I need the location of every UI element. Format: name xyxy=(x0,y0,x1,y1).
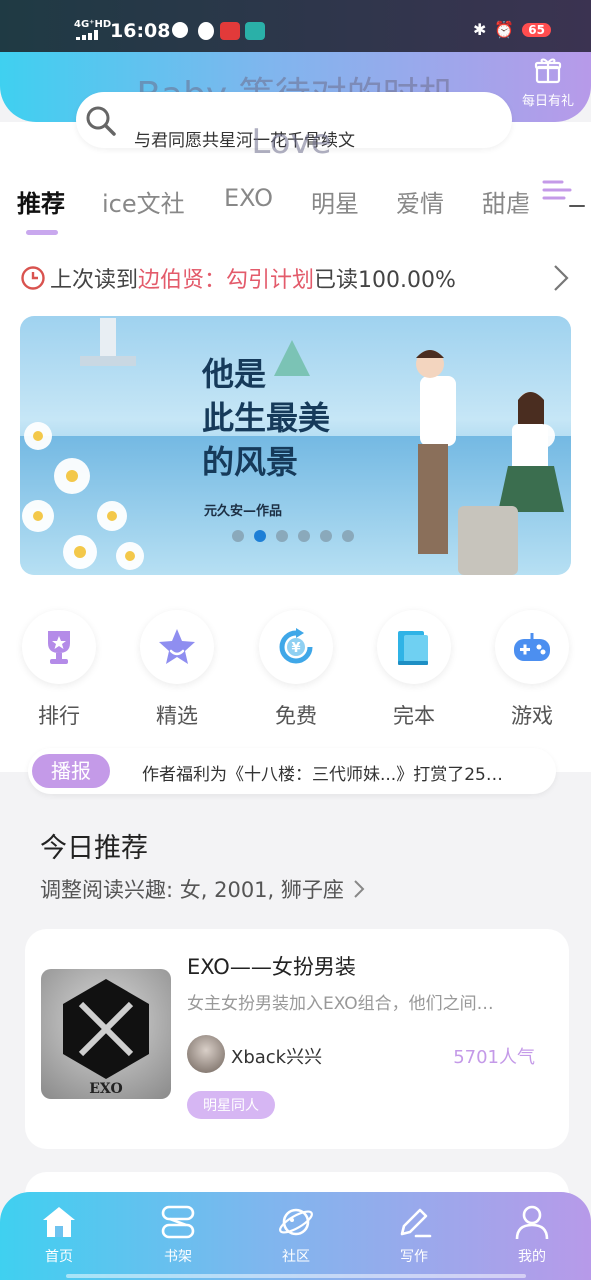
planet-icon xyxy=(279,1208,313,1236)
banner-dot[interactable] xyxy=(276,530,288,542)
bluetooth-icon: ✱ xyxy=(472,20,487,39)
reading-interest-text: 调整阅读兴趣: 女, 2001, 狮子座 xyxy=(40,878,344,902)
home-icon xyxy=(43,1207,75,1237)
book-popularity: 5701人气 xyxy=(453,1047,535,1068)
tab-ice-wenshe[interactable]: ice文社 xyxy=(102,184,185,219)
book-genre-tag[interactable]: 明星同人 xyxy=(187,1091,275,1119)
tab-recommend[interactable]: 推荐 xyxy=(17,184,65,219)
book-author: Xback兴兴 xyxy=(231,1047,323,1068)
banner-dot[interactable] xyxy=(342,530,354,542)
star-icon xyxy=(159,629,195,664)
yuan-coin-icon: ¥ xyxy=(279,628,313,664)
pen-icon xyxy=(400,1208,432,1238)
gift-icon xyxy=(534,58,562,84)
category-completed[interactable]: 完本 xyxy=(376,610,452,730)
last-read-prefix: 上次读到 xyxy=(50,268,139,293)
tab-romance[interactable]: 爱情 xyxy=(396,184,444,219)
gamepad-icon xyxy=(514,633,550,661)
tab-stars[interactable]: 明星 xyxy=(311,184,359,219)
last-read-book: 边伯贤：勾引计划 xyxy=(138,268,315,293)
clock-time: 16:08 xyxy=(110,20,171,42)
category-games[interactable]: 游戏 xyxy=(494,610,570,730)
reading-interest-link[interactable]: 调整阅读兴趣: 女, 2001, 狮子座 xyxy=(40,874,366,904)
category-free[interactable]: ¥ 免费 xyxy=(258,610,334,730)
news-ticker[interactable]: 播报 作者福利为《十八楼：三代师妹...》打赏了25… xyxy=(28,748,556,794)
banner-title: 他是 此生最美 的风景 xyxy=(202,355,331,481)
network-indicator: 4G⁺HD xyxy=(74,19,112,30)
app-notification-icon xyxy=(172,22,188,38)
active-tab-indicator xyxy=(26,230,58,235)
promo-banner[interactable]: 他是 此生最美 的风景 元久安—作品 xyxy=(20,316,571,575)
battery-indicator: 65 xyxy=(522,22,551,37)
user-icon xyxy=(515,1205,549,1240)
banner-dot[interactable] xyxy=(232,530,244,542)
book-cover: EXO xyxy=(41,969,171,1099)
signal-icon xyxy=(76,30,102,40)
chevron-right-icon xyxy=(554,265,569,291)
svg-text:¥: ¥ xyxy=(291,641,300,656)
nav-bookshelf[interactable]: 书架 xyxy=(138,1202,218,1266)
banner-author: 元久安—作品 xyxy=(204,504,283,519)
qq-icon xyxy=(198,22,214,40)
banner-pagination xyxy=(232,530,354,542)
exo-logo-icon: EXO xyxy=(63,979,149,1097)
daily-gift-button[interactable]: 每日有礼 xyxy=(518,56,578,109)
section-title: 今日推荐 xyxy=(40,833,148,864)
book-title: EXO——女扮男装 xyxy=(187,955,356,979)
author-avatar xyxy=(187,1035,225,1073)
category-label: 免费 xyxy=(275,704,317,728)
svg-text:EXO: EXO xyxy=(89,1081,122,1097)
banner-dot[interactable] xyxy=(298,530,310,542)
category-tabs: 推荐 ice文社 EXO 明星 爱情 甜虐 xyxy=(0,178,591,238)
category-ranking[interactable]: 排行 xyxy=(21,610,97,730)
tab-sweet-angst[interactable]: 甜虐 xyxy=(482,184,530,219)
category-label: 游戏 xyxy=(511,704,553,728)
nav-profile[interactable]: 我的 xyxy=(492,1202,572,1266)
chevron-right-icon xyxy=(354,880,365,898)
nav-write[interactable]: 写作 xyxy=(374,1202,454,1266)
category-label: 精选 xyxy=(156,704,198,728)
status-bar: 4G⁺HD 16:08 ✱ ⏰ 65 xyxy=(0,0,591,52)
category-featured[interactable]: 精选 xyxy=(139,610,215,730)
bottom-navigation: 首页 书架 社区 写作 我的 xyxy=(0,1192,591,1280)
tab-exo[interactable]: EXO xyxy=(224,184,273,212)
app-badge-red-icon xyxy=(220,22,240,40)
nav-home[interactable]: 首页 xyxy=(19,1202,99,1266)
home-indicator xyxy=(66,1274,526,1278)
category-label: 排行 xyxy=(38,704,80,728)
banner-dot-active[interactable] xyxy=(254,530,266,542)
nav-community[interactable]: 社区 xyxy=(256,1202,336,1266)
book-card[interactable]: EXO EXO——女扮男装 女主女扮男装加入EXO组合，他们之间… Xback兴… xyxy=(25,929,569,1149)
watermark-text-love: Love xyxy=(251,122,332,162)
gift-label: 每日有礼 xyxy=(521,94,574,109)
bookshelf-icon xyxy=(161,1205,195,1239)
trophy-icon xyxy=(48,631,70,664)
book-description: 女主女扮男装加入EXO组合，他们之间… xyxy=(187,994,494,1014)
status-right: ✱ ⏰ 65 xyxy=(473,20,551,39)
tab-menu-icon[interactable] xyxy=(540,176,586,216)
news-text: 作者福利为《十八楼：三代师妹...》打赏了25… xyxy=(142,765,503,785)
alarm-icon: ⏰ xyxy=(494,20,515,39)
banner-dot[interactable] xyxy=(320,530,332,542)
news-tag: 播报 xyxy=(32,754,110,788)
category-label: 完本 xyxy=(393,704,435,728)
app-badge-teal-icon xyxy=(245,22,265,40)
last-read-progress: 已读100.00% xyxy=(314,268,456,293)
book-icon xyxy=(398,631,428,665)
last-read-bar[interactable]: 上次读到 边伯贤：勾引计划 已读100.00% xyxy=(20,258,580,298)
clock-icon xyxy=(21,266,45,290)
